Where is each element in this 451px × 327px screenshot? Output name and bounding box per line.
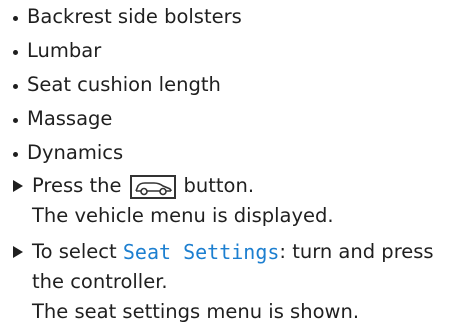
list-item: Seat cushion length	[13, 68, 242, 102]
step-text-after-term: : turn and press	[279, 240, 434, 263]
step-result: The seat settings menu is shown.	[32, 300, 360, 323]
bullet-icon	[13, 49, 18, 55]
list-item: Dynamics	[13, 136, 242, 170]
list-item: Backrest side bolsters	[13, 0, 242, 34]
bullet-icon	[13, 15, 18, 21]
list-item-label: Backrest side bolsters	[27, 5, 242, 28]
manual-page: Backrest side bolsters Lumbar Seat cushi…	[0, 0, 451, 325]
step-result: The vehicle menu is displayed.	[32, 204, 334, 227]
bullet-icon	[13, 83, 18, 89]
list-item-label: Dynamics	[27, 141, 124, 164]
menu-term-seat-settings: Seat Settings	[122, 240, 280, 264]
step-text-before-icon: Press the	[32, 174, 122, 197]
car-icon	[129, 175, 176, 199]
step-continuation: the controller.	[32, 270, 168, 293]
list-item-label: Lumbar	[27, 39, 102, 62]
step-select-seat-settings: To select Seat Settings: turn and press …	[13, 237, 443, 327]
bullet-icon	[13, 151, 18, 157]
list-item: Massage	[13, 102, 242, 136]
step-press-vehicle-button: Press the button. The vehicle menu is di…	[13, 171, 443, 231]
step-text-before-term: To select	[32, 240, 117, 263]
list-item: Lumbar	[13, 34, 242, 68]
step-instruction: Press the button.	[13, 171, 443, 201]
car-icon-graphic	[134, 182, 172, 196]
list-item-label: Seat cushion length	[27, 73, 221, 96]
step-instruction: To select Seat Settings: turn and press	[13, 237, 443, 267]
step-text-after-icon: button.	[183, 174, 255, 197]
step-arrow-icon	[13, 246, 23, 258]
list-item-label: Massage	[27, 107, 113, 130]
step-arrow-icon	[13, 180, 23, 192]
seat-options-list: Backrest side bolsters Lumbar Seat cushi…	[13, 0, 242, 170]
bullet-icon	[13, 117, 18, 123]
